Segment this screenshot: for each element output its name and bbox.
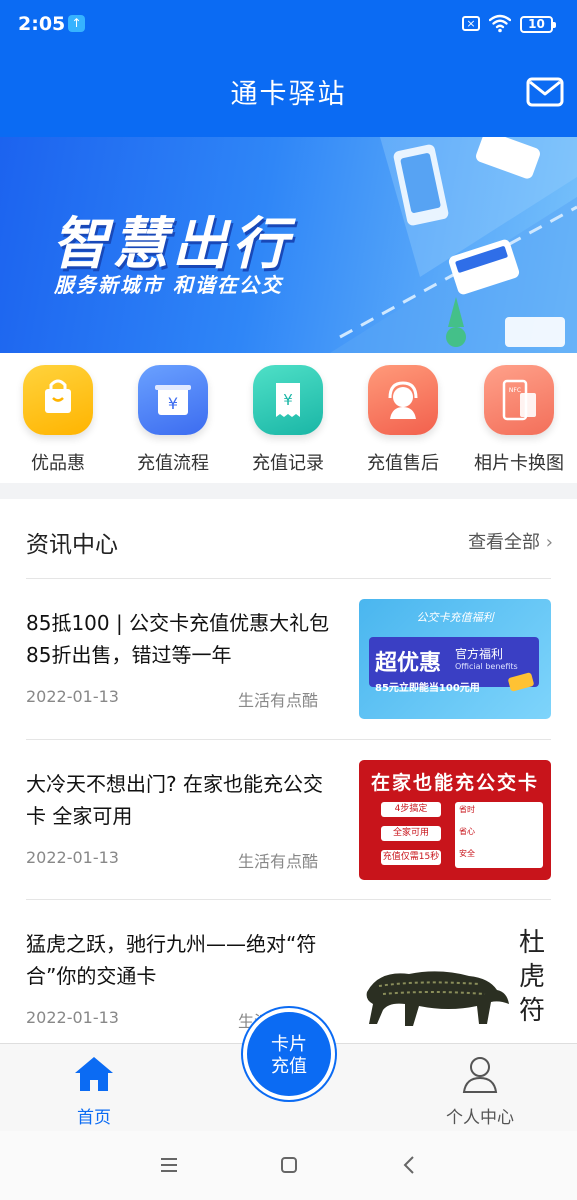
customer-service-icon [368,365,438,435]
system-nav-bar [0,1131,577,1200]
news-thumbnail: 杜虎符 [359,920,551,1040]
news-heading: 资讯中心 [26,532,118,558]
page-title: 通卡驿站 [230,79,347,110]
quick-item-youpinhui[interactable]: 优品惠 [0,365,116,475]
tab-user-center[interactable]: 个人中心 [420,1054,540,1128]
svg-text:NFC: NFC [509,387,521,394]
promo-banner[interactable]: 智慧出行 服务新城市 和谐在公交 [0,137,577,353]
thumb-big-text: 超优惠 [375,651,442,676]
news-date: 2022-01-13 [26,687,119,706]
thumb-badge: 充值仅需15秒 [381,850,441,865]
quick-item-label: 充值售后 [367,453,439,474]
no-sim-icon: × [462,16,480,31]
quick-item-label: 优品惠 [31,453,85,474]
thumb-badge: 全家可用 [381,826,441,841]
status-bar: 2:05 ↑ × 10 [0,0,577,50]
quick-item-after-sales[interactable]: 充值售后 [345,365,461,475]
news-source: 生活有点酷 [238,691,319,710]
chevron-right-icon: › [545,532,553,553]
news-source: 生活有点酷 [238,852,319,871]
news-item[interactable]: 85抵100 | 公交卡充值优惠大礼包85折出售，错过等一年 2022-01-1… [0,579,577,739]
banner-subtitle: 服务新城市 和谐在公交 [54,273,283,297]
card-recharge-label: 卡片充值 [271,1034,307,1077]
news-thumbnail: 在家也能充公交卡 4步搞定 全家可用 充值仅需15秒 省时 省心 安全 [359,760,551,880]
quick-item-recharge-flow[interactable]: ¥ 充值流程 [115,365,231,475]
news-title: 大冷天不想出门? 在家也能充公交卡 全家可用 [26,772,323,828]
quick-menu: 优品惠 ¥ 充值流程 ¥ 充值记录 充值售后 NFC 相片卡换图 [0,353,577,483]
thumb-bottom-text: 85元立即能当100元用 [375,683,480,694]
thumb-tag-en: Official benefits [455,662,518,671]
svg-text:¥: ¥ [168,394,178,413]
thumb-badge: 4步搞定 [381,802,441,817]
top-bar: 2:05 ↑ × 10 通卡驿站 [0,0,577,137]
tab-home[interactable]: 首页 [34,1054,154,1128]
banner-title: 智慧出行 [52,212,292,277]
home-square-icon[interactable] [277,1153,301,1177]
card-recharge-button[interactable]: 卡片充值 [243,1008,335,1100]
news-date: 2022-01-13 [26,1008,119,1027]
mail-icon[interactable] [526,77,564,107]
svg-text:¥: ¥ [283,391,293,409]
thumb-top-text: 公交卡充值福利 [416,611,494,624]
thumb-title: 在家也能充公交卡 [370,772,539,794]
recharge-yuan-icon: ¥ [138,365,208,435]
quick-item-photo-card[interactable]: NFC 相片卡换图 [461,365,577,475]
menu-icon[interactable] [157,1153,181,1177]
quick-item-label: 相片卡换图 [474,453,564,474]
thumb-point: 省时 [459,805,475,814]
user-icon [462,1057,498,1093]
tab-home-label: 首页 [77,1108,111,1128]
battery-icon: 10 [520,16,556,33]
tab-user-label: 个人中心 [446,1108,514,1128]
upload-icon: ↑ [68,15,85,32]
seal-characters: 杜虎符 [519,928,546,1026]
shopping-bag-icon [23,365,93,435]
news-date: 2022-01-13 [26,848,119,867]
thumb-tag: 官方福利 [455,647,504,661]
home-icon [75,1057,113,1091]
news-title: 猛虎之跃，驰行九州——绝对“符合”你的交通卡 [26,932,317,988]
photo-card-icon: NFC [484,365,554,435]
view-all-link[interactable]: 查看全部 › [468,528,553,554]
quick-item-label: 充值记录 [252,453,324,474]
thumb-point: 省心 [459,827,475,836]
news-title: 85抵100 | 公交卡充值优惠大礼包85折出售，错过等一年 [26,611,330,667]
back-icon[interactable] [398,1153,422,1177]
status-time: 2:05 [18,13,66,35]
receipt-yuan-icon: ¥ [253,365,323,435]
quick-item-label: 充值流程 [137,453,209,474]
news-item[interactable]: 大冷天不想出门? 在家也能充公交卡 全家可用 2022-01-13 生活有点酷 … [0,740,577,900]
section-gap [0,483,577,499]
quick-item-recharge-record[interactable]: ¥ 充值记录 [230,365,346,475]
app-root: 2:05 ↑ × 10 通卡驿站 智慧出行 服务新城市 和谐在公交 优品惠 ¥ … [0,0,577,1200]
wifi-icon [489,14,511,33]
thumb-point: 安全 [459,849,475,858]
news-thumbnail: 公交卡充值福利 超优惠 官方福利 Official benefits 85元立即… [359,599,551,719]
view-all-label: 查看全部 [468,532,541,553]
